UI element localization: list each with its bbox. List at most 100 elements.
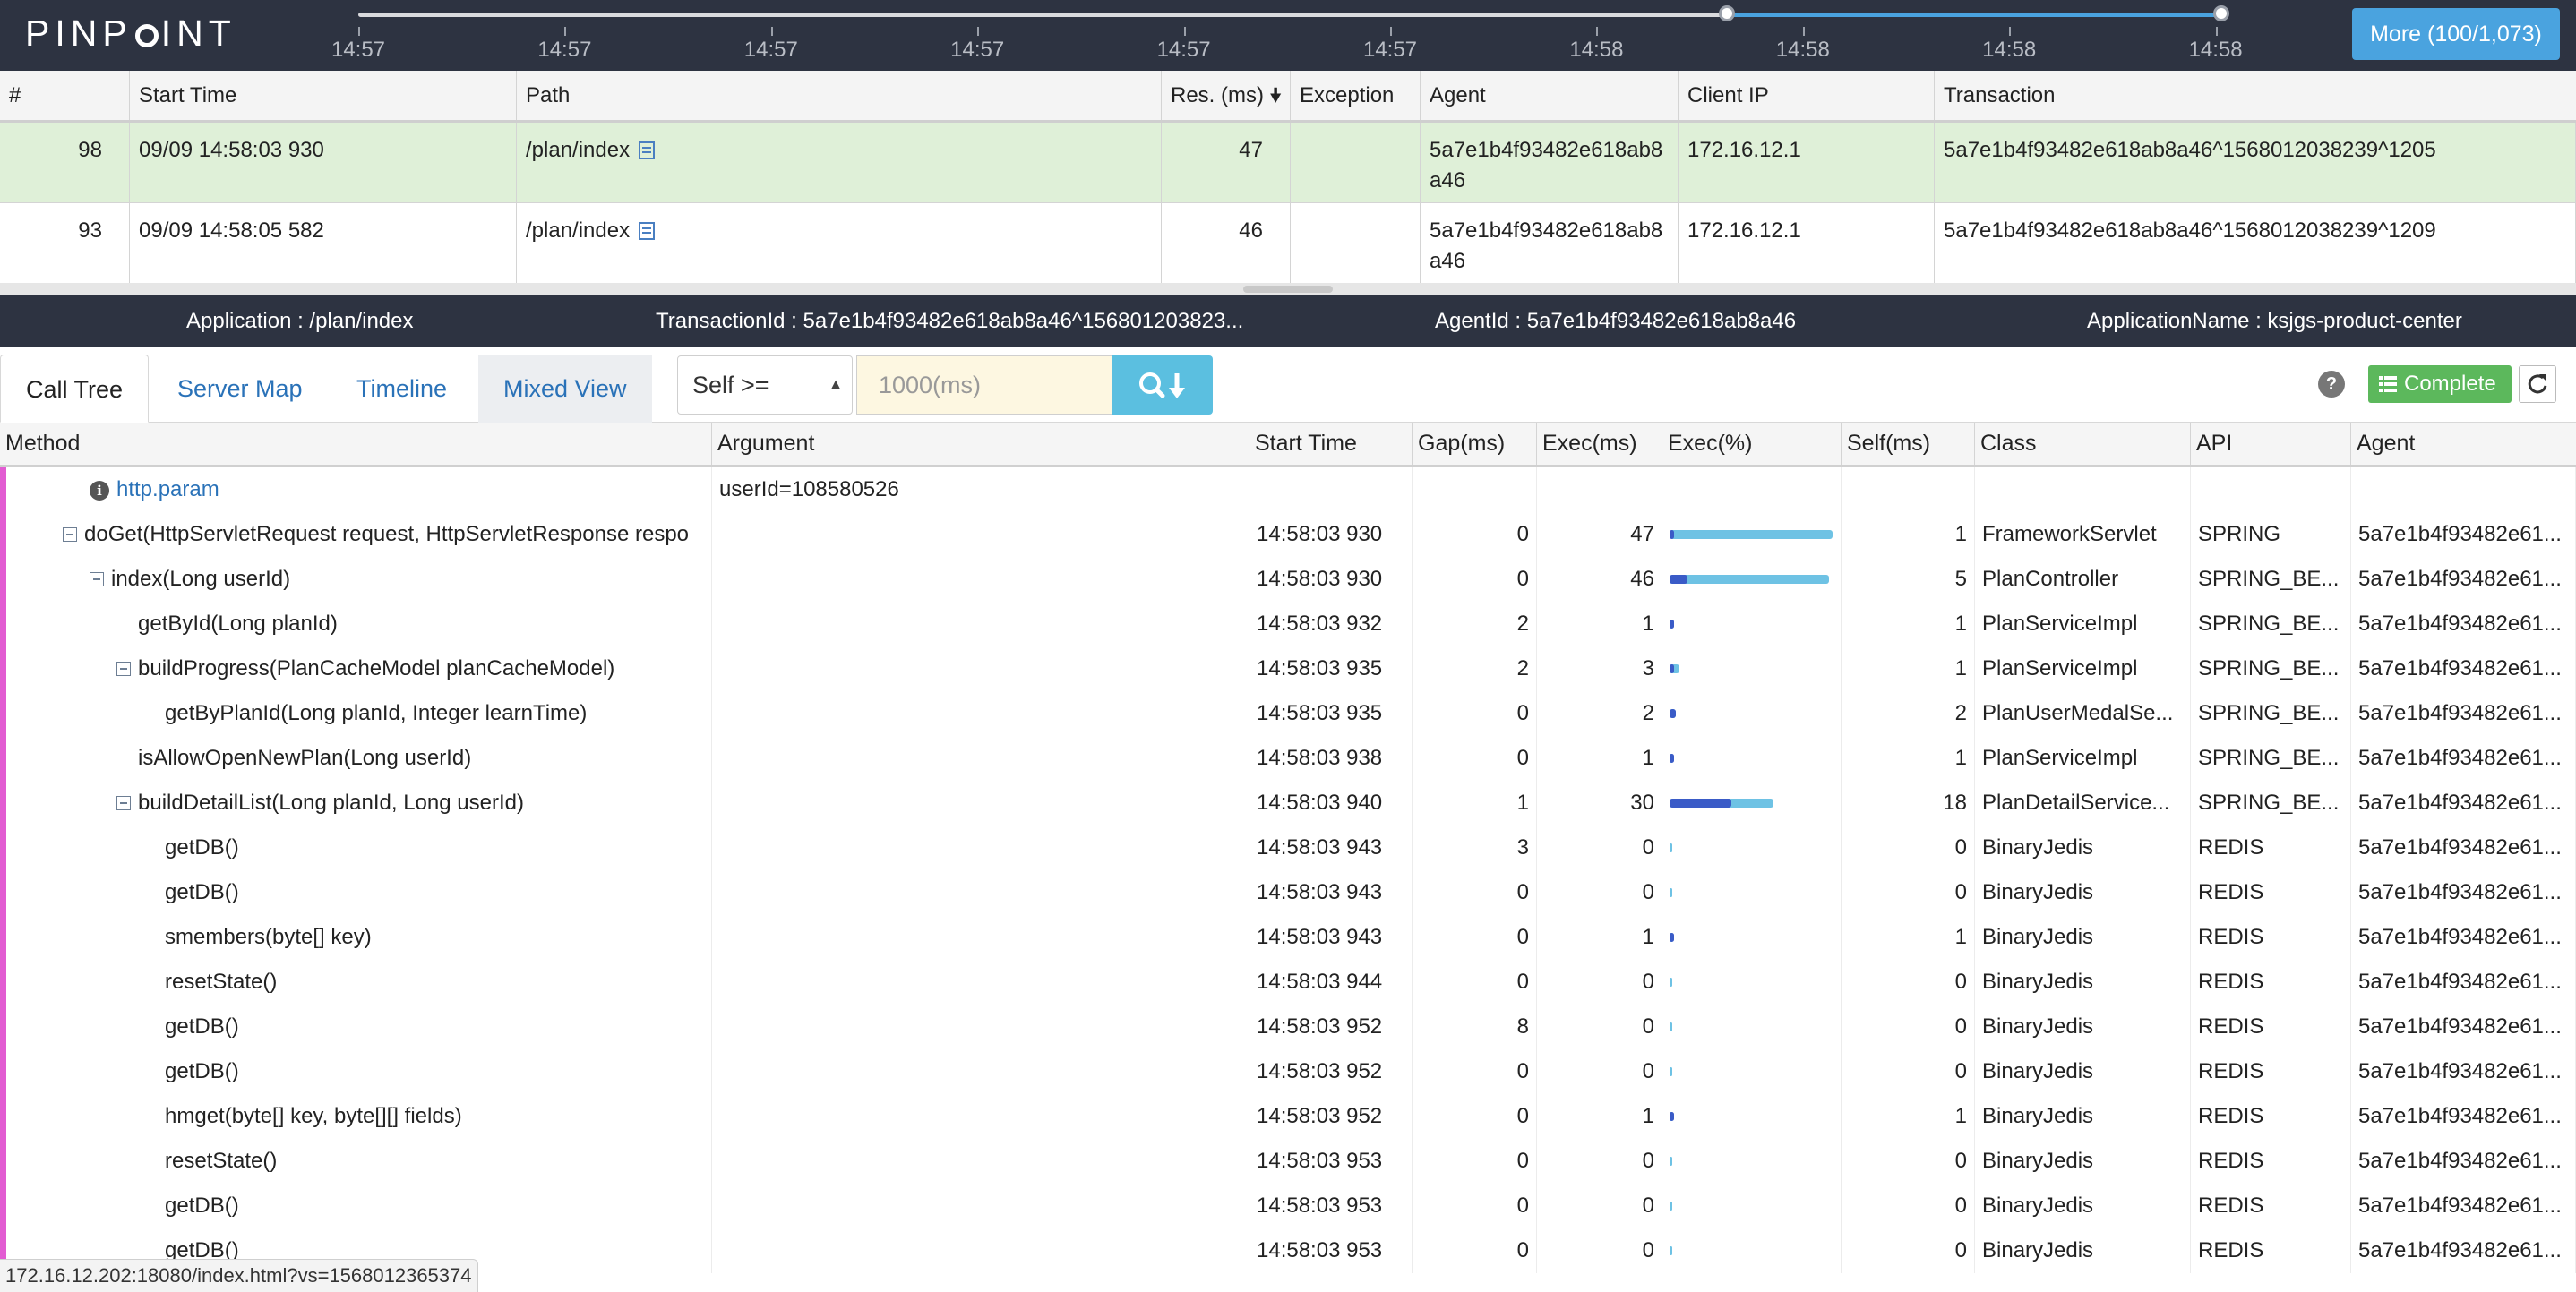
col-transaction[interactable]: Transaction — [1935, 71, 2576, 120]
call-tree-row[interactable]: getDB() 14:58:03 943 0 0 0 BinaryJedis REDIS 5a… — [0, 870, 2576, 915]
row-method: getDB() — [0, 1005, 712, 1049]
col-class[interactable]: Class — [1975, 423, 2191, 465]
collapse-icon[interactable] — [116, 796, 131, 810]
self-filter-select[interactable]: Self >= ▲ — [677, 355, 853, 415]
row-method: i http.param — [0, 467, 712, 512]
row-exec-pct — [1662, 1184, 1842, 1228]
row-gap: 3 — [1413, 826, 1537, 870]
call-tree-row[interactable]: getDB() 14:58:03 952 8 0 0 BinaryJedis REDIS 5a… — [0, 1005, 2576, 1049]
method-name: getDB() — [165, 1194, 239, 1218]
timeline-tick-label: 14:57 — [1156, 38, 1211, 62]
row-start-time: 14:58:03 953 — [1249, 1139, 1413, 1184]
col-exec-pct[interactable]: Exec(%) — [1662, 423, 1842, 465]
panel-splitter[interactable] — [0, 283, 2576, 295]
pinpoint-logo[interactable]: PINP INT — [25, 13, 236, 55]
col-num[interactable]: # — [0, 71, 130, 120]
method-name: smembers(byte[] key) — [165, 925, 372, 949]
complete-button[interactable]: Complete — [2368, 365, 2512, 403]
call-tree-row[interactable]: index(Long userId) 14:58:03 930 0 46 5 PlanCo… — [0, 557, 2576, 602]
tx-num-text: 93 — [78, 218, 102, 243]
col-grid-start-time[interactable]: Start Time — [1249, 423, 1413, 465]
tx-path-text: /plan/index — [526, 138, 631, 162]
timeline-left-handle[interactable] — [1719, 5, 1735, 21]
tab-timeline[interactable]: Timeline — [331, 355, 472, 423]
tx-res: 47 — [1162, 123, 1291, 202]
row-exec-pct — [1662, 1139, 1842, 1184]
collapse-icon[interactable] — [90, 572, 104, 586]
row-self: 1 — [1842, 736, 1975, 781]
call-tree-row[interactable]: getDB() 14:58:03 943 3 0 0 BinaryJedis REDIS 5a… — [0, 826, 2576, 870]
call-tree-row[interactable]: getByPlanId(Long planId, Integer learnTi… — [0, 691, 2576, 736]
row-exec: 30 — [1537, 781, 1662, 826]
row-argument — [712, 1139, 1249, 1184]
document-icon[interactable] — [639, 222, 656, 240]
status-url: 172.16.12.202:18080/index.html?vs=156801… — [0, 1259, 478, 1292]
col-res[interactable]: Res. (ms) 🠟 — [1162, 71, 1291, 120]
row-agent: 5a7e1b4f93482e61... — [2351, 1094, 2576, 1139]
call-tree-row[interactable]: resetState() 14:58:03 944 0 0 0 BinaryJedis RE… — [0, 960, 2576, 1005]
col-api[interactable]: API — [2191, 423, 2351, 465]
search-button[interactable] — [1112, 355, 1213, 415]
timeline-tick — [2009, 27, 2012, 36]
col-argument[interactable]: Argument — [712, 423, 1249, 465]
col-client-ip[interactable]: Client IP — [1679, 71, 1935, 120]
timeline-right-handle[interactable] — [2213, 5, 2229, 21]
top-bar: PINP INT 14:57 14:57 14:57 14:57 14:57 14:57 14… — [0, 0, 2576, 71]
row-self: 0 — [1842, 1049, 1975, 1094]
help-icon[interactable]: ? — [2318, 371, 2345, 398]
splitter-grip[interactable] — [1243, 286, 1333, 293]
col-path[interactable]: Path — [517, 71, 1162, 120]
call-tree-row[interactable]: smembers(byte[] key) 14:58:03 943 0 1 1 Binar… — [0, 915, 2576, 960]
call-tree-row[interactable]: buildDetailList(Long planId, Long userId… — [0, 781, 2576, 826]
transaction-row[interactable]: 98 09/09 14:58:03 930/plan/index 47 5a7e1b4… — [0, 123, 2576, 203]
row-self: 1 — [1842, 646, 1975, 691]
call-tree-row[interactable]: hmget(byte[] key, byte[][] fields) 14:58:… — [0, 1094, 2576, 1139]
row-exec-pct — [1662, 512, 1842, 557]
call-tree-row[interactable]: doGet(HttpServletRequest request, HttpSe… — [0, 512, 2576, 557]
tab-call-tree[interactable]: Call Tree — [0, 355, 150, 423]
row-agent: 5a7e1b4f93482e61... — [2351, 602, 2576, 646]
method-name: isAllowOpenNewPlan(Long userId) — [138, 746, 472, 770]
info-icon: i — [90, 481, 109, 501]
row-exec: 0 — [1537, 826, 1662, 870]
timeline-selected-range[interactable] — [1727, 13, 2221, 17]
sort-down-icon[interactable]: 🠟 — [1269, 71, 1282, 120]
tab-server-map[interactable]: Server Map — [152, 355, 328, 423]
row-self: 0 — [1842, 1184, 1975, 1228]
col-exception[interactable]: Exception — [1291, 71, 1421, 120]
row-self: 1 — [1842, 602, 1975, 646]
call-tree-row[interactable]: isAllowOpenNewPlan(Long userId) 14:58:03 … — [0, 736, 2576, 781]
refresh-button[interactable] — [2519, 365, 2556, 403]
ms-threshold-input[interactable]: 1000(ms) — [856, 355, 1112, 415]
row-gap: 0 — [1413, 1228, 1537, 1273]
exec-total-bar — [1670, 1157, 1672, 1166]
collapse-icon[interactable] — [116, 662, 131, 676]
timeline-slider[interactable]: 14:57 14:57 14:57 14:57 14:57 14:57 14:58 14:58… — [331, 0, 2243, 71]
row-exec-pct — [1662, 1005, 1842, 1049]
call-tree-row[interactable]: buildProgress(PlanCacheModel planCacheMo… — [0, 646, 2576, 691]
call-tree-row[interactable]: getDB() 14:58:03 952 0 0 0 BinaryJedis REDIS 5a… — [0, 1049, 2576, 1094]
transaction-row[interactable]: 93 09/09 14:58:05 582/plan/index 46 5a7e1b4… — [0, 203, 2576, 284]
tx-client-ip-text: 172.16.12.1 — [1687, 138, 1801, 162]
row-class: BinaryJedis — [1975, 1228, 2191, 1273]
call-tree-row[interactable]: resetState() 14:58:03 953 0 0 0 BinaryJedis RE… — [0, 1139, 2576, 1184]
col-exec[interactable]: Exec(ms) — [1537, 423, 1662, 465]
col-grid-agent[interactable]: Agent — [2351, 423, 2576, 465]
exec-total-bar — [1670, 1246, 1672, 1255]
collapse-icon[interactable] — [63, 527, 77, 542]
row-api: REDIS — [2191, 870, 2351, 915]
row-method: buildDetailList(Long planId, Long userId… — [0, 781, 712, 826]
more-button[interactable]: More (100/1,073) — [2352, 8, 2560, 60]
document-icon[interactable] — [639, 141, 656, 159]
col-agent[interactable]: Agent — [1421, 71, 1679, 120]
col-self[interactable]: Self(ms) — [1842, 423, 1975, 465]
row-exec-pct — [1662, 467, 1842, 512]
row-argument — [712, 1094, 1249, 1139]
call-tree-row[interactable]: i http.param userId=108580526 — [0, 467, 2576, 512]
col-method[interactable]: Method — [0, 423, 712, 465]
col-start-time[interactable]: Start Time — [130, 71, 517, 120]
tab-mixed-view[interactable]: Mixed View — [478, 355, 652, 423]
call-tree-row[interactable]: getDB() 14:58:03 953 0 0 0 BinaryJedis REDIS 5a… — [0, 1184, 2576, 1228]
col-gap[interactable]: Gap(ms) — [1413, 423, 1537, 465]
call-tree-row[interactable]: getById(Long planId) 14:58:03 932 2 1 1 PlanS… — [0, 602, 2576, 646]
